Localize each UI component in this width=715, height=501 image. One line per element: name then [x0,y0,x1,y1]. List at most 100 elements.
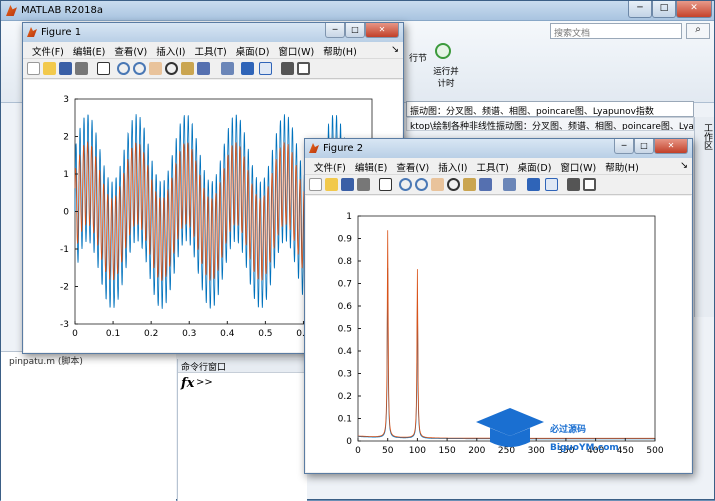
menu-item-5[interactable]: 桌面(D) [509,158,552,174]
ribbon-section-label: 行节 [409,54,428,64]
pointer-icon[interactable] [97,62,110,75]
open-file-icon[interactable] [325,178,338,191]
menu-item-7[interactable]: 帮助(H) [596,158,639,174]
data-cursor-icon[interactable] [181,62,194,75]
menu-item-2[interactable]: 查看(V) [105,42,147,58]
y-tick-label: 0.1 [338,415,352,425]
close-button[interactable]: ✕ [676,1,712,18]
current-folder-path[interactable]: 振动图：分叉图、频谱、相图、poincare图、Lyapunov指数 [406,101,694,117]
menu-item-3[interactable]: 插入(I) [429,158,467,174]
watermark-subtitle: BiguoYM.com [550,443,619,453]
maximize-button[interactable]: □ [652,1,676,18]
run-and-time-button[interactable]: 运行并 计时 [431,65,461,89]
figure2-minimize-button[interactable]: ─ [614,139,634,154]
menu-item-0[interactable]: 文件(F) [305,158,346,174]
y-tick-label: 1 [63,170,69,180]
brush-icon[interactable] [479,178,492,191]
menu-item-1[interactable]: 编辑(E) [64,42,105,58]
colorbar-icon[interactable] [527,178,540,191]
pointer-icon[interactable] [379,178,392,191]
figure1-menu-bar: 文件(F) 编辑(E) 查看(V) 插入(I) 工具(T) 桌面(D) 窗口(W) 帮助(H)… [23,42,403,59]
menu-item-0[interactable]: 文件(F) [23,42,64,58]
rotate-icon[interactable] [447,178,460,191]
figure2-menu-bar: 文件(F) 编辑(E) 查看(V) 插入(I) 工具(T) 桌面(D) 窗口(W) 帮助(H)… [305,158,692,175]
figure2-maximize-button[interactable]: □ [634,139,654,154]
pan-icon[interactable] [431,178,444,191]
print-icon[interactable] [357,178,370,191]
current-folder-breadcrumb[interactable]: ktop\绘制各种非线性振动图：分叉图、频谱、相图、poincare图、Lyap… [406,117,694,131]
figure2-close-button[interactable]: ✕ [654,139,688,154]
colorbar-icon[interactable] [241,62,254,75]
y-tick-label: 3 [63,95,69,105]
pan-icon[interactable] [149,62,162,75]
graduation-cap-icon [476,408,544,436]
figure2-toolbar [305,175,692,195]
show-plot-tools-icon[interactable] [583,178,596,191]
watermark-title: 必过源码 [549,423,586,435]
main-window-title: MATLAB R2018a [21,5,104,16]
dock-arrow-icon[interactable]: ↘ [671,158,692,171]
figure1-close-button[interactable]: ✕ [365,23,399,38]
zoom-in-icon[interactable] [117,62,130,75]
zoom-out-icon[interactable] [133,62,146,75]
y-tick-label: 0.9 [338,235,353,245]
print-icon[interactable] [75,62,88,75]
fx-icon[interactable]: fx [181,376,194,391]
figure1-maximize-button[interactable]: □ [345,23,365,38]
y-tick-label: -3 [60,320,69,330]
x-tick-label: 0.5 [258,329,272,339]
workspace-side-tab[interactable]: 工作区 [694,117,714,317]
y-tick-label: 0.4 [338,347,353,357]
menu-item-6[interactable]: 窗口(W) [269,42,314,58]
command-window[interactable]: 命令行窗口 fx >> [177,359,308,501]
dock-arrow-icon[interactable]: ↘ [382,42,403,55]
link-plot-icon[interactable] [503,178,516,191]
new-figure-icon[interactable] [309,178,322,191]
legend-icon[interactable] [259,62,272,75]
save-icon[interactable] [59,62,72,75]
x-tick-label: 0.4 [220,329,235,339]
menu-item-6[interactable]: 窗口(W) [551,158,596,174]
menu-item-5[interactable]: 桌面(D) [227,42,270,58]
command-window-title: 命令行窗口 [178,359,308,373]
link-plot-icon[interactable] [221,62,234,75]
x-tick-label: 50 [382,446,394,456]
show-plot-tools-icon[interactable] [297,62,310,75]
run-timer-icon[interactable] [435,43,451,59]
figure-icon [309,143,319,153]
data-cursor-icon[interactable] [463,178,476,191]
minimize-button[interactable]: ─ [628,1,652,18]
hide-plot-tools-icon[interactable] [281,62,294,75]
menu-item-1[interactable]: 编辑(E) [346,158,387,174]
x-tick-label: 0.1 [106,329,120,339]
y-tick-label: 0.6 [338,302,353,312]
menu-item-4[interactable]: 工具(T) [185,42,226,58]
menu-item-3[interactable]: 插入(I) [147,42,185,58]
brush-icon[interactable] [197,62,210,75]
menu-item-4[interactable]: 工具(T) [467,158,508,174]
search-documentation-input[interactable]: 搜索文档 [550,23,682,39]
x-tick-label: 0 [355,446,361,456]
new-figure-icon[interactable] [27,62,40,75]
y-tick-label: -2 [60,283,69,293]
figure1-minimize-button[interactable]: ─ [325,23,345,38]
menu-item-2[interactable]: 查看(V) [387,158,429,174]
open-file-icon[interactable] [43,62,56,75]
y-tick-label: 2 [63,133,69,143]
y-tick-label: 0 [346,437,352,447]
search-options-icon[interactable]: ⌕ [686,23,710,39]
y-tick-label: 1 [346,212,352,222]
y-tick-label: 0.5 [338,325,352,335]
save-icon[interactable] [341,178,354,191]
y-tick-label: 0.3 [338,370,352,380]
menu-item-7[interactable]: 帮助(H) [314,42,357,58]
legend-icon[interactable] [545,178,558,191]
rotate-icon[interactable] [165,62,178,75]
x-tick-label: 0.2 [144,329,158,339]
zoom-out-icon[interactable] [415,178,428,191]
hide-plot-tools-icon[interactable] [567,178,580,191]
editor-file-label[interactable]: pinpatu.m (脚本) [9,354,83,367]
x-tick-label: 100 [409,446,426,456]
zoom-in-icon[interactable] [399,178,412,191]
x-tick-label: 0.3 [182,329,196,339]
